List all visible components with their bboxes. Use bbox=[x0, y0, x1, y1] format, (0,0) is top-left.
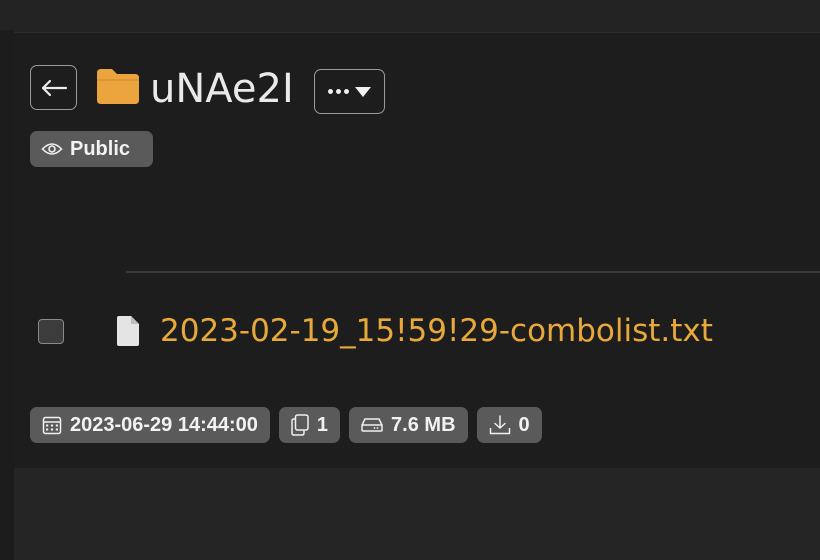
folder-panel: uNAe2I Public 2023-02-19_15!59!29-combol… bbox=[14, 32, 820, 468]
file-count-value: 1 bbox=[316, 413, 329, 436]
size-value: 7.6 MB bbox=[391, 413, 456, 436]
size-badge: 7.6 MB bbox=[349, 407, 468, 443]
file-meta-row: 2023-06-29 14:44:00 1 7.6 MB 0 bbox=[30, 407, 542, 443]
copy-icon bbox=[291, 414, 309, 436]
eye-icon bbox=[41, 143, 63, 155]
hard-drive-icon bbox=[361, 418, 383, 432]
folder-title: uNAe2I bbox=[150, 66, 294, 112]
visibility-badge: Public bbox=[30, 131, 153, 167]
folder-icon bbox=[97, 69, 139, 104]
visibility-label: Public bbox=[70, 137, 131, 160]
back-button[interactable] bbox=[30, 65, 77, 110]
divider bbox=[126, 271, 820, 273]
more-dots-icon bbox=[328, 89, 349, 94]
file-name-link[interactable]: 2023-02-19_15!59!29-combolist.txt bbox=[160, 313, 713, 349]
file-select-checkbox[interactable] bbox=[38, 319, 64, 344]
calendar-icon bbox=[42, 416, 62, 435]
downloads-badge: 0 bbox=[476, 407, 542, 443]
left-strip bbox=[0, 30, 14, 560]
chevron-down-icon bbox=[355, 86, 371, 97]
file-count-badge: 1 bbox=[278, 407, 341, 443]
downloads-value: 0 bbox=[518, 413, 530, 436]
top-bar bbox=[0, 0, 820, 30]
more-actions-button[interactable] bbox=[314, 69, 385, 114]
footer-area bbox=[14, 468, 820, 560]
date-badge: 2023-06-29 14:44:00 bbox=[30, 407, 270, 443]
file-icon bbox=[117, 316, 139, 346]
arrow-left-icon bbox=[41, 79, 67, 96]
download-icon bbox=[489, 415, 510, 435]
date-value: 2023-06-29 14:44:00 bbox=[70, 413, 258, 436]
